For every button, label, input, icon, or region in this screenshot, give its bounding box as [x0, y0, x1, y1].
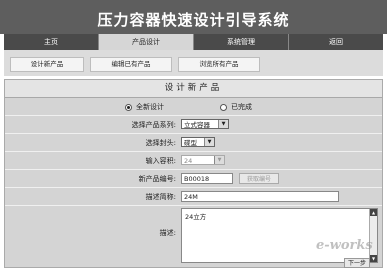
product-number-label: 新产品编号:	[138, 175, 176, 183]
tab-home[interactable]: 主页	[4, 34, 99, 50]
tab-system-management[interactable]: 系统管理	[194, 34, 289, 50]
description-label: 描述:	[159, 229, 176, 237]
series-label: 选择产品系列:	[131, 121, 176, 129]
volume-label: 输入容积:	[145, 157, 176, 165]
radio-completed[interactable]: 已完成	[220, 102, 252, 112]
short-desc-input[interactable]: 24M	[181, 191, 339, 202]
scroll-down-icon[interactable]: ▼	[370, 255, 377, 262]
description-textarea[interactable]: 24立方 ▲ ▼	[181, 208, 378, 263]
get-number-button[interactable]: 获取编号	[239, 173, 279, 184]
series-row: 选择产品系列: 立式容器 ▼	[5, 116, 382, 134]
volume-row: 输入容积: 24 ▼	[5, 152, 382, 170]
tab-product-design[interactable]: 产品设计	[99, 34, 194, 50]
head-label: 选择封头:	[145, 139, 176, 147]
product-number-row: 新产品编号: B00018 获取编号	[5, 170, 382, 188]
edit-existing-product-button[interactable]: 编辑已有产品	[90, 57, 172, 72]
form-title: 设计新产品	[5, 80, 382, 98]
description-row: 描述: 24立方 ▲ ▼	[5, 206, 382, 266]
product-number-input[interactable]: B00018	[181, 173, 233, 184]
design-mode-row: 全新设计 已完成	[5, 98, 382, 116]
series-select[interactable]: 立式容器 ▼	[181, 119, 229, 129]
browse-all-products-button[interactable]: 浏览所有产品	[178, 57, 260, 72]
chevron-down-icon: ▼	[218, 120, 228, 128]
sub-nav: 设计新产品 编辑已有产品 浏览所有产品	[4, 50, 383, 76]
design-new-product-button[interactable]: 设计新产品	[10, 57, 84, 72]
tab-return[interactable]: 返回	[289, 34, 383, 50]
app-title: 压力容器快速设计引导系统	[97, 11, 290, 29]
chevron-down-icon: ▼	[204, 138, 214, 146]
radio-selected-icon	[125, 103, 132, 111]
e-works-watermark: e-works	[316, 238, 373, 253]
head-select[interactable]: 碟型 ▼	[181, 137, 215, 147]
textarea-scrollbar[interactable]: ▲ ▼	[369, 209, 377, 262]
next-step-button[interactable]: 下一步	[344, 258, 370, 268]
radio-new-design[interactable]: 全新设计	[125, 102, 164, 112]
short-desc-row: 描述简称: 24M	[5, 188, 382, 206]
app-header: 压力容器快速设计引导系统	[0, 0, 387, 34]
short-desc-label: 描述简称:	[145, 193, 176, 201]
radio-empty-icon	[220, 103, 227, 111]
volume-select[interactable]: 24 ▼	[181, 155, 225, 165]
chevron-down-icon: ▼	[214, 156, 224, 164]
scroll-up-icon[interactable]: ▲	[370, 209, 377, 216]
head-row: 选择封头: 碟型 ▼	[5, 134, 382, 152]
main-nav: 主页 产品设计 系统管理 返回	[4, 34, 383, 50]
